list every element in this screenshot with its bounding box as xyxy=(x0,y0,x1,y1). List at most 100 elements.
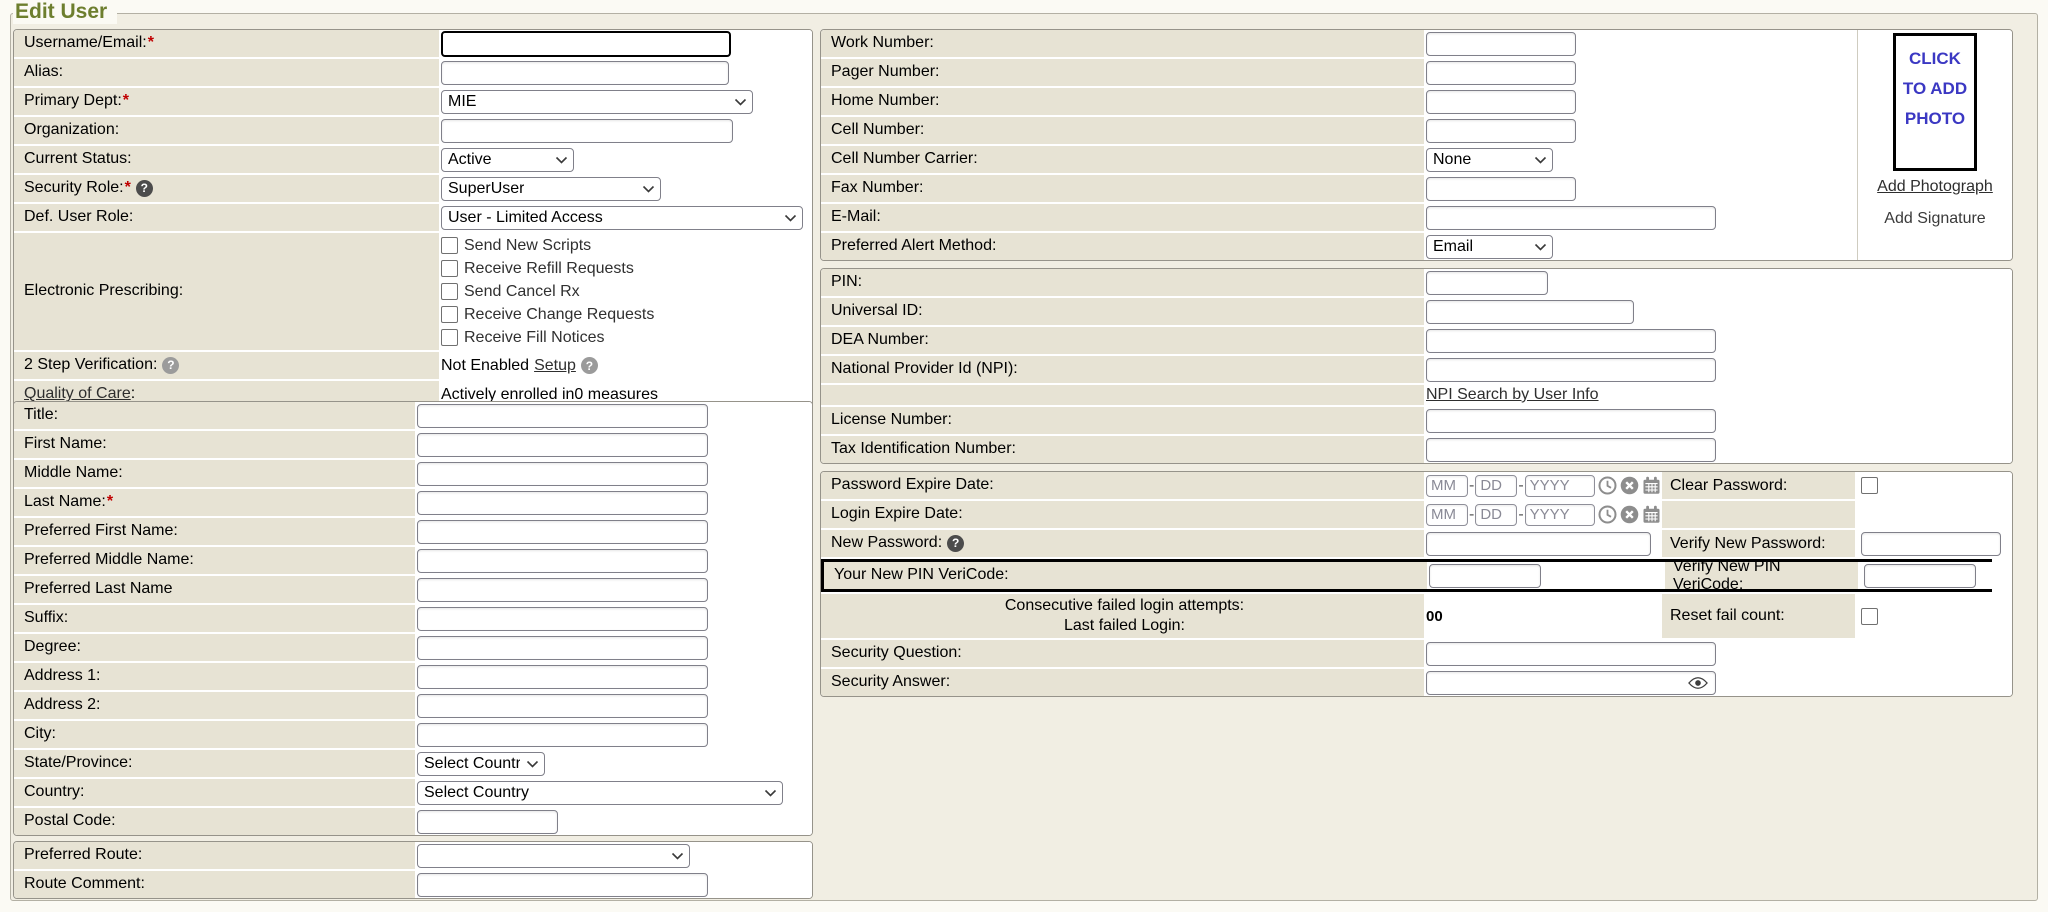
electronic-prescribing-option-2-checkbox[interactable] xyxy=(441,283,458,300)
work-number-label: Work Number: xyxy=(831,34,934,52)
row-failed-login: Consecutive failed login attempts:Last f… xyxy=(821,594,2012,638)
password-expire-date-month-input[interactable]: MM xyxy=(1426,475,1468,497)
date-separator: - xyxy=(1518,506,1523,524)
row-tax-identification-number: Tax Identification Number: xyxy=(821,436,2012,463)
e-mail-input[interactable] xyxy=(1426,206,1716,230)
username-email-input[interactable] xyxy=(441,31,731,57)
row-current-status: Current Status:Active xyxy=(14,146,812,173)
login-expire-date-calendar-icon[interactable] xyxy=(1642,505,1661,524)
security-question-input[interactable] xyxy=(1426,642,1716,666)
alias-value-cell xyxy=(439,59,812,86)
row-dea-number: DEA Number: xyxy=(821,327,2012,354)
new-password-help-icon[interactable]: ? xyxy=(947,535,964,552)
city-input[interactable] xyxy=(417,723,708,747)
two-step-verification-setup-link[interactable]: Setup xyxy=(534,357,576,375)
add-signature-link[interactable]: Add Signature xyxy=(1884,210,1985,227)
dea-number-value-cell xyxy=(1424,327,2012,354)
login-expire-date-time-icon[interactable] xyxy=(1598,505,1617,524)
security-role-help-icon[interactable]: ? xyxy=(136,180,153,197)
verify-new-pin-vericode-input[interactable] xyxy=(1864,564,1976,588)
preferred-alert-method-select[interactable]: Email xyxy=(1426,235,1553,259)
home-number-input[interactable] xyxy=(1426,90,1576,114)
middle-name-input[interactable] xyxy=(417,462,708,486)
cell-number-carrier-select[interactable]: None xyxy=(1426,148,1553,172)
security-answer-input[interactable] xyxy=(1426,671,1716,695)
electronic-prescribing-option-1-checkbox[interactable] xyxy=(441,260,458,277)
national-provider-id-npi-label: National Provider Id (NPI): xyxy=(831,360,1018,378)
alias-input[interactable] xyxy=(441,61,729,85)
login-expire-date-month-input[interactable]: MM xyxy=(1426,504,1468,526)
password-expire-date-calendar-icon[interactable] xyxy=(1642,476,1661,495)
password-expire-date-year-input[interactable]: YYYY xyxy=(1525,475,1595,497)
national-provider-id-npi-input[interactable] xyxy=(1426,358,1716,382)
tax-identification-number-input[interactable] xyxy=(1426,438,1716,462)
address-2-input[interactable] xyxy=(417,694,708,718)
suffix-input[interactable] xyxy=(417,607,708,631)
eye-icon[interactable] xyxy=(1688,676,1708,689)
postal-code-input[interactable] xyxy=(417,810,558,834)
row-label-universal-id: Universal ID: xyxy=(821,298,1424,325)
row-security-answer: Security Answer: xyxy=(821,669,2012,696)
security-role-select[interactable]: SuperUser xyxy=(441,177,661,201)
electronic-prescribing-option-3-label: Receive Change Requests xyxy=(464,306,654,324)
your-new-pin-vericode-input[interactable] xyxy=(1429,564,1541,588)
pin-label: PIN: xyxy=(831,273,862,291)
dea-number-input[interactable] xyxy=(1426,329,1716,353)
add-photograph-link[interactable]: Add Photograph xyxy=(1858,178,2012,196)
chevron-down-icon xyxy=(671,852,684,860)
row-pin: PIN: xyxy=(821,269,2012,296)
e-mail-label: E-Mail: xyxy=(831,208,881,226)
organization-input[interactable] xyxy=(441,119,733,143)
degree-input[interactable] xyxy=(417,636,708,660)
title-field-input[interactable] xyxy=(417,404,708,428)
preferred-middle-name-input[interactable] xyxy=(417,549,708,573)
two-step-verification-help-icon[interactable]: ? xyxy=(581,357,598,374)
npi-search-link[interactable]: NPI Search by User Info xyxy=(1426,386,1599,404)
row-electronic-prescribing: Electronic Prescribing:Send New ScriptsR… xyxy=(14,233,812,350)
preferred-last-name-input[interactable] xyxy=(417,578,708,602)
license-number-input[interactable] xyxy=(1426,409,1716,433)
chevron-down-icon xyxy=(764,789,777,797)
primary-dept-select[interactable]: MIE xyxy=(441,90,753,114)
new-password-input[interactable] xyxy=(1426,532,1651,556)
last-name-input[interactable] xyxy=(417,491,708,515)
electronic-prescribing-option-0-checkbox[interactable] xyxy=(441,237,458,254)
pin-input[interactable] xyxy=(1426,271,1548,295)
electronic-prescribing-option-4-checkbox[interactable] xyxy=(441,329,458,346)
login-expire-date-clear-icon[interactable] xyxy=(1620,505,1639,524)
fax-number-input[interactable] xyxy=(1426,177,1576,201)
address-1-label: Address 1: xyxy=(24,667,100,685)
password-expire-date-time-icon[interactable] xyxy=(1598,476,1617,495)
row-label-preferred-first-name: Preferred First Name: xyxy=(14,518,415,545)
current-status-select[interactable]: Active xyxy=(441,148,574,172)
universal-id-input[interactable] xyxy=(1426,300,1634,324)
def-user-role-select[interactable]: User - Limited Access xyxy=(441,206,803,230)
row-label-new-password: New Password:? xyxy=(821,530,1424,557)
cell-number-input[interactable] xyxy=(1426,119,1576,143)
login-expire-date-year-input[interactable]: YYYY xyxy=(1525,504,1595,526)
two-step-verification-help-icon[interactable]: ? xyxy=(162,357,179,374)
preferred-route-select[interactable] xyxy=(417,844,690,868)
clear-password-checkbox[interactable] xyxy=(1861,477,1878,494)
alias-label: Alias: xyxy=(24,63,63,81)
password-expire-date-clear-icon[interactable] xyxy=(1620,476,1639,495)
route-comment-input[interactable] xyxy=(417,873,708,897)
login-expire-date-value-cell: MM-DD-YYYY xyxy=(1424,501,1662,528)
photo-placeholder[interactable]: CLICK TO ADD PHOTO xyxy=(1893,33,1977,171)
login-expire-date-day-input[interactable]: DD xyxy=(1475,504,1517,526)
preferred-first-name-input[interactable] xyxy=(417,520,708,544)
reset-fail-count-checkbox[interactable] xyxy=(1861,608,1878,625)
work-number-input[interactable] xyxy=(1426,32,1576,56)
cell-number-label: Cell Number: xyxy=(831,121,924,139)
address-1-input[interactable] xyxy=(417,665,708,689)
password-expire-date-day-input[interactable]: DD xyxy=(1475,475,1517,497)
verify-new-password-input[interactable] xyxy=(1861,532,2001,556)
chevron-down-icon xyxy=(734,98,747,106)
pager-number-input[interactable] xyxy=(1426,61,1576,85)
electronic-prescribing-option-3-checkbox[interactable] xyxy=(441,306,458,323)
country-select[interactable]: Select Country xyxy=(417,781,783,805)
electronic-prescribing-option-4-label: Receive Fill Notices xyxy=(464,329,604,347)
row-label-security-role: Security Role:*? xyxy=(14,175,439,202)
first-name-input[interactable] xyxy=(417,433,708,457)
state-province-select[interactable]: Select Country xyxy=(417,752,545,776)
